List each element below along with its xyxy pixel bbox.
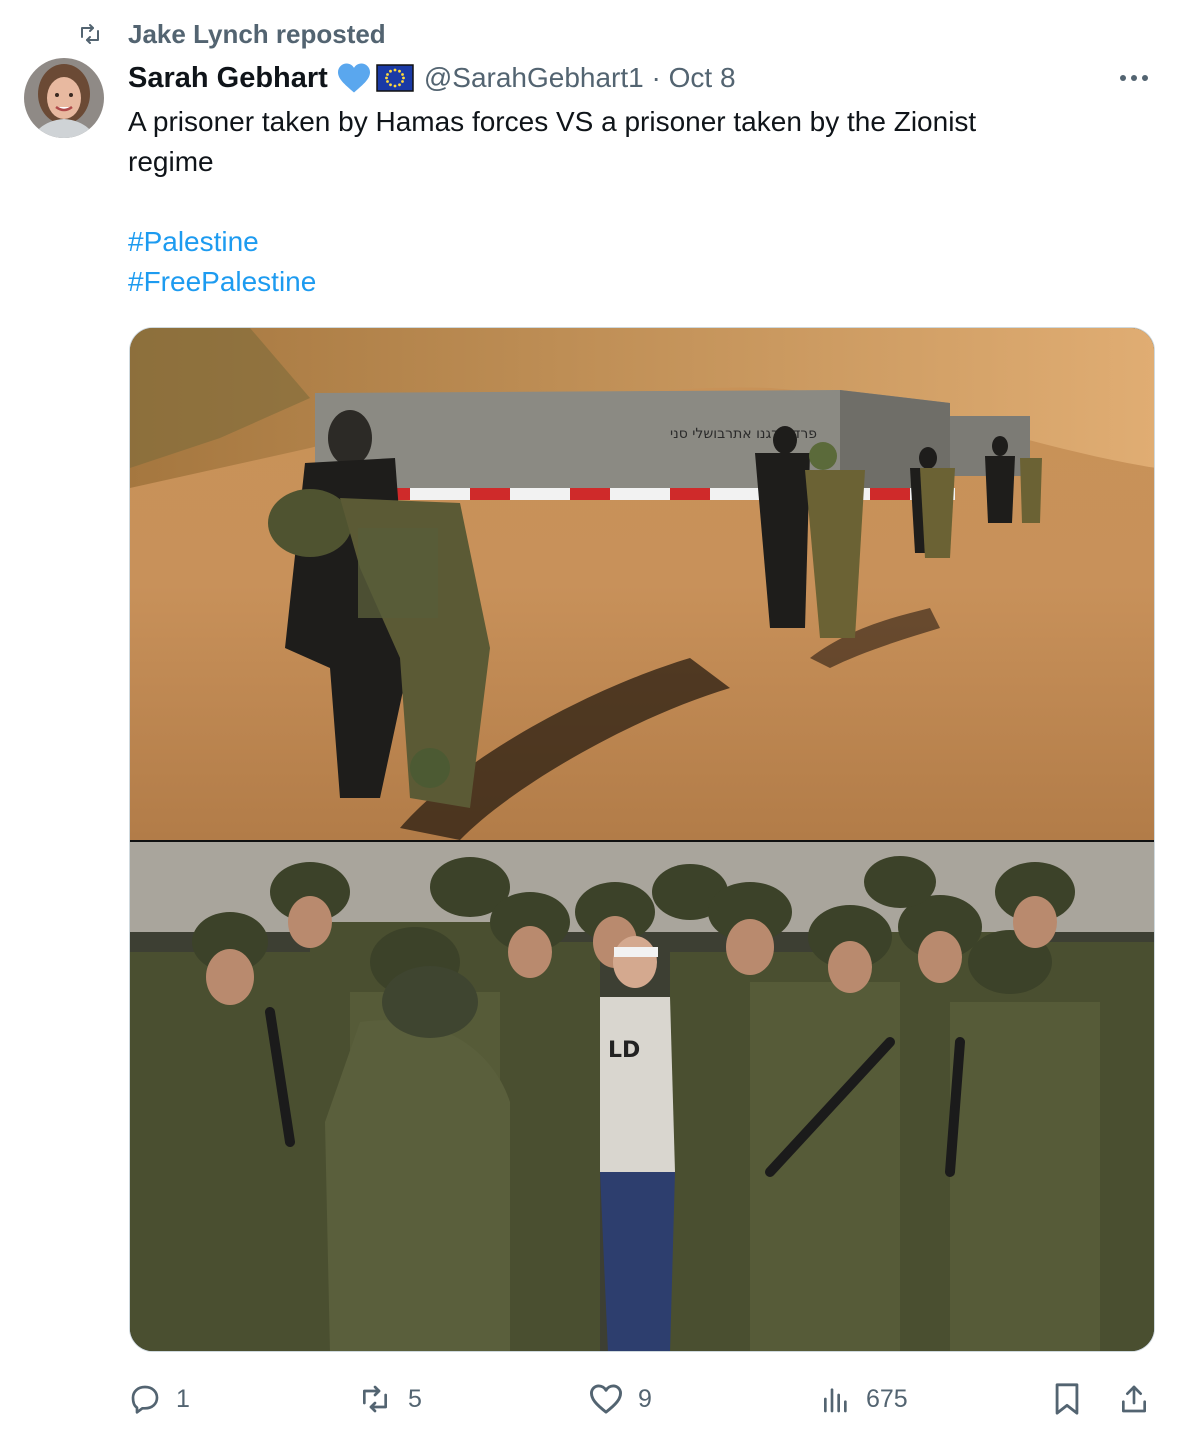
reply-count: 1 [176,1384,190,1413]
tweet-text: A prisoner taken by Hamas forces VS a pr… [128,102,1128,302]
share-button[interactable] [1118,1376,1150,1422]
repost-icon [356,1383,394,1415]
tweet-header: Sarah Gebhart @SarahGebhart1 · Oct 8 [128,58,736,98]
repost-context[interactable]: Jake Lynch reposted [76,18,386,50]
repost-icon [76,20,104,48]
like-count: 9 [638,1384,652,1413]
tweet-media[interactable]: פרדס רגנו אתרבושלי סני LD [129,327,1155,1352]
avatar[interactable] [24,58,104,138]
bookmark-button[interactable] [1052,1376,1082,1422]
shirt-text: LD [608,1038,640,1063]
like-button[interactable]: 9 [588,1376,652,1422]
repost-count: 5 [408,1384,422,1413]
reply-button[interactable]: 1 [128,1376,190,1422]
repost-button[interactable]: 5 [356,1376,422,1422]
tweet-text-line: A prisoner taken by Hamas forces VS a pr… [128,106,977,137]
photo-desert-soldiers[interactable]: פרדס רגנו אתרבושלי סני [130,328,1154,840]
more-icon [1120,75,1148,81]
hashtag-link[interactable]: #FreePalestine [128,262,1128,302]
action-bar: 1 5 9 675 [128,1376,1158,1422]
views-icon [820,1383,852,1415]
author-display-name[interactable]: Sarah Gebhart [128,62,328,95]
repost-label: Jake Lynch reposted [128,18,386,49]
blue-heart-icon [336,62,372,94]
views-button[interactable]: 675 [820,1376,908,1422]
hashtag-link[interactable]: #Palestine [128,222,1128,262]
more-options-button[interactable] [1114,62,1154,94]
bookmark-icon [1052,1382,1082,1416]
reply-icon [128,1383,162,1415]
author-handle-date[interactable]: @SarahGebhart1 · Oct 8 [424,62,736,94]
tweet-text-line: regime [128,146,214,177]
eu-flag-icon [376,64,414,92]
heart-icon [588,1383,624,1415]
views-count: 675 [866,1384,908,1413]
photo-crowd-soldiers[interactable]: LD [130,842,1154,1351]
share-icon [1118,1382,1150,1416]
